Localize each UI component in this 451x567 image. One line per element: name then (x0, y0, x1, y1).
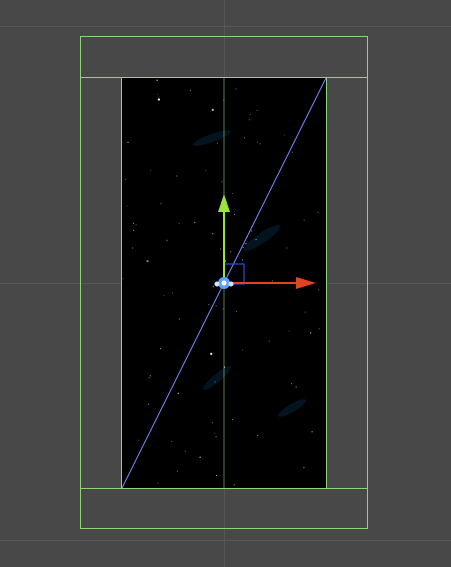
arrow-right-icon[interactable] (224, 277, 316, 289)
scene-viewport[interactable] (0, 0, 451, 567)
transform-gizmo-overlay (121, 77, 327, 489)
pivot-circle-icon[interactable] (214, 277, 234, 289)
arrow-up-icon[interactable] (218, 194, 230, 283)
